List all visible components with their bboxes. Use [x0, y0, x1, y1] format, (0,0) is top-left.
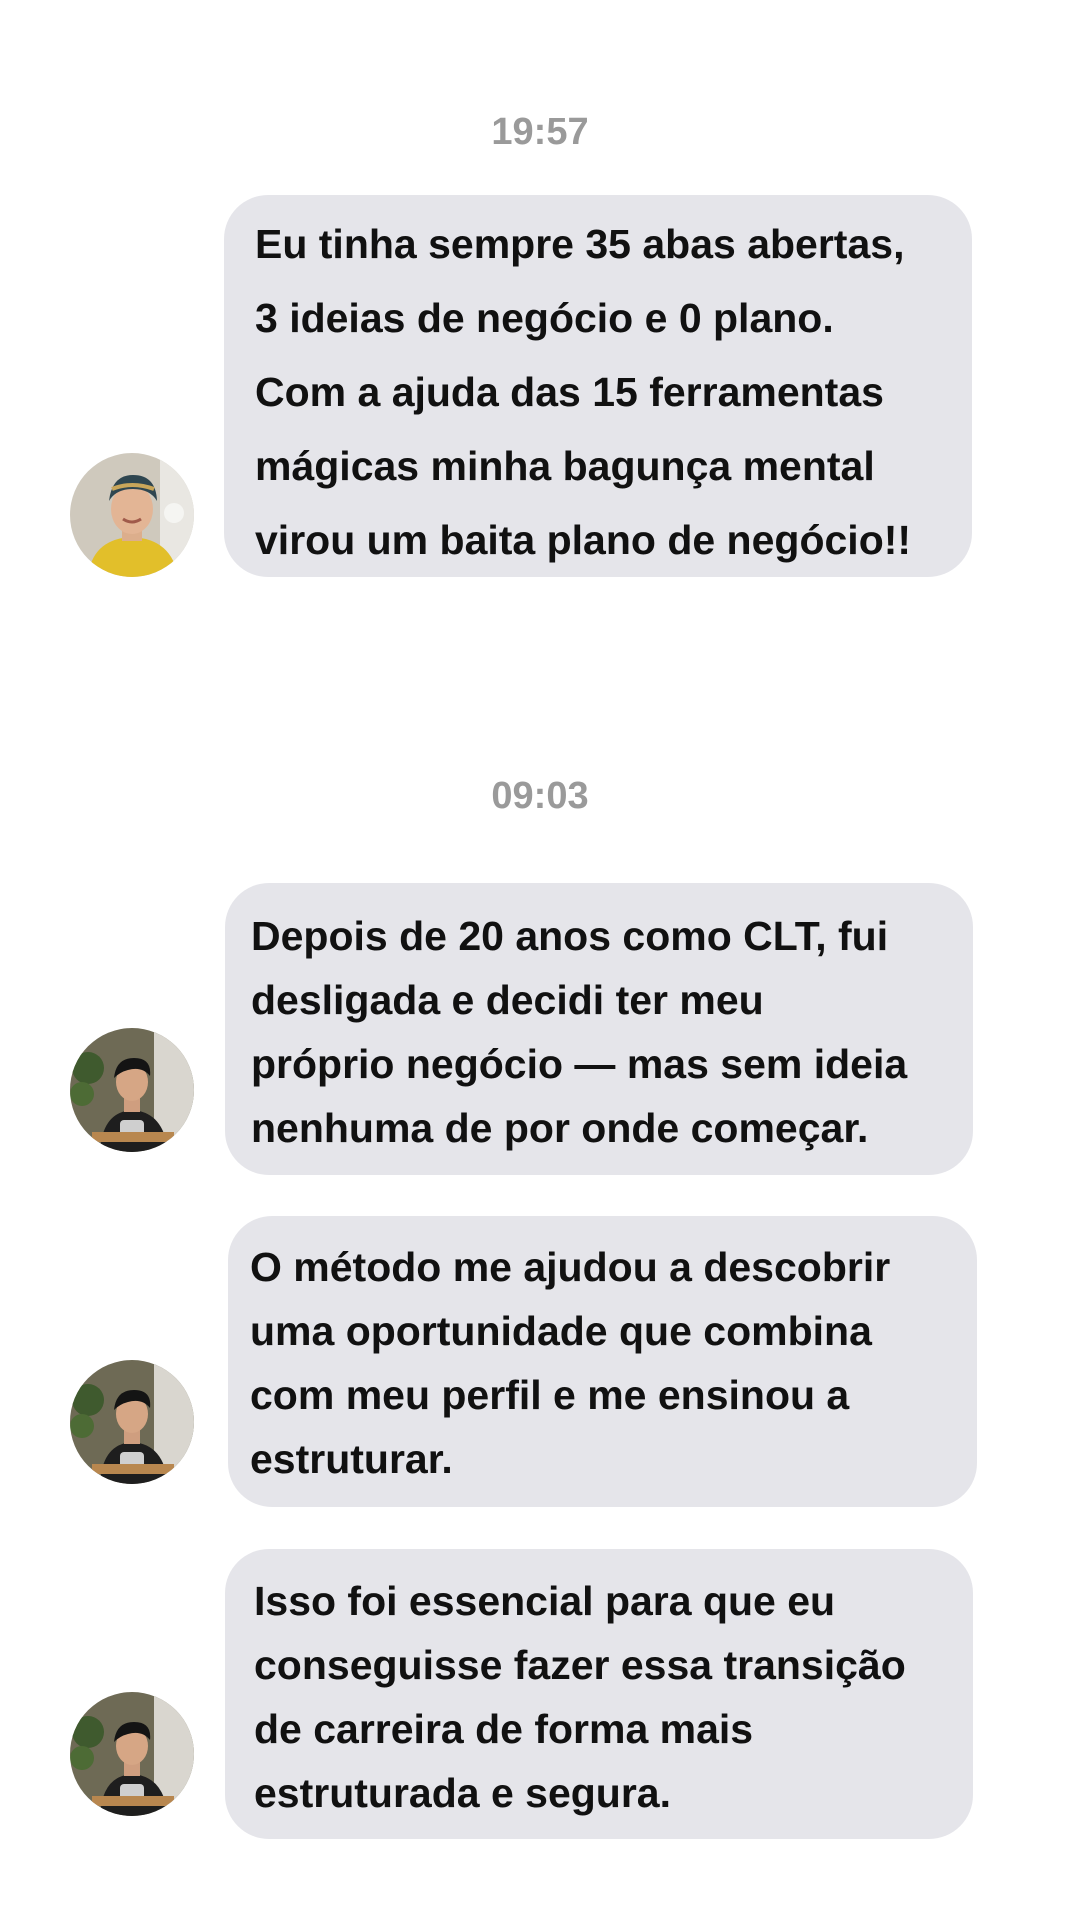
message-timestamp: 19:57 — [491, 111, 589, 153]
woman-short-hair-avatar-image — [70, 1028, 194, 1152]
woman-short-hair-avatar-image — [70, 1360, 194, 1484]
message-timestamp: 09:03 — [491, 775, 589, 817]
woman-headscarf-avatar-image — [70, 453, 194, 577]
message-bubble: Isso foi essencial para que eu conseguis… — [225, 1549, 973, 1839]
message-bubble: Eu tinha sempre 35 abas abertas, 3 ideia… — [224, 195, 972, 577]
message-bubble: O método me ajudou a descobrir uma oport… — [228, 1216, 977, 1507]
message-bubble: Depois de 20 anos como CLT, fui desligad… — [225, 883, 973, 1175]
avatar — [70, 1028, 194, 1152]
woman-short-hair-avatar-image — [70, 1692, 194, 1816]
avatar — [70, 1692, 194, 1816]
avatar — [70, 1360, 194, 1484]
avatar — [70, 453, 194, 577]
